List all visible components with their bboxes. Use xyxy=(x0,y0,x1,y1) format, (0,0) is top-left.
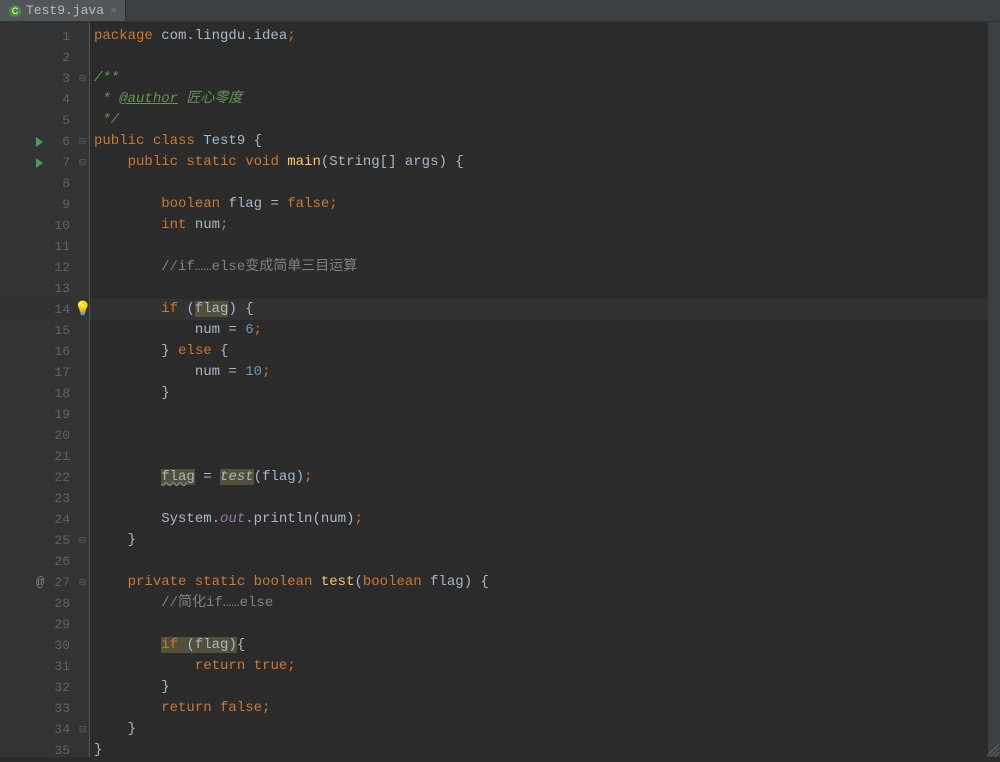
intention-bulb-icon[interactable]: 💡 xyxy=(74,301,91,318)
line-number: 16 xyxy=(48,344,70,359)
line-number: 34 xyxy=(48,722,70,737)
line-number: 10 xyxy=(48,218,70,233)
code-area[interactable]: package com.lingdu.idea; /** * @author 匠… xyxy=(90,22,1000,757)
line-number: 27 xyxy=(48,575,70,590)
line-number: 17 xyxy=(48,365,70,380)
fold-column: ⊟ ⊟ ⊟ 💡 ⊟ ⊟ ⊟ xyxy=(76,22,90,757)
line-number: 7 xyxy=(48,155,70,170)
fold-end[interactable]: ⊟ xyxy=(76,530,89,551)
resize-handle-icon[interactable] xyxy=(986,743,1000,757)
line-number: 13 xyxy=(48,281,70,296)
line-number: 6 xyxy=(48,134,70,149)
fold-toggle[interactable]: ⊟ xyxy=(76,572,89,593)
line-number: 19 xyxy=(48,407,70,422)
line-number: 15 xyxy=(48,323,70,338)
fold-toggle[interactable]: ⊟ xyxy=(76,152,89,173)
override-gutter-icon[interactable]: @ xyxy=(36,575,44,591)
line-number: 30 xyxy=(48,638,70,653)
fold-toggle[interactable]: ⊟ xyxy=(76,68,89,89)
line-number: 29 xyxy=(48,617,70,632)
line-number: 23 xyxy=(48,491,70,506)
line-number: 21 xyxy=(48,449,70,464)
line-number: 28 xyxy=(48,596,70,611)
fold-toggle[interactable]: ⊟ xyxy=(76,131,89,152)
line-number: 32 xyxy=(48,680,70,695)
run-gutter-icon[interactable] xyxy=(36,137,43,147)
line-number: 22 xyxy=(48,470,70,485)
line-number: 31 xyxy=(48,659,70,674)
tab-close-icon[interactable]: × xyxy=(110,4,117,18)
gutter: 1 2 3 4 5 6 7 8 9 10 11 12 13 14 15 16 1… xyxy=(0,22,76,757)
tab-filename: Test9.java xyxy=(26,3,104,18)
line-number: 26 xyxy=(48,554,70,569)
java-class-icon: C xyxy=(8,4,22,18)
tab-bar: C Test9.java × xyxy=(0,0,1000,22)
line-number: 11 xyxy=(48,239,70,254)
line-number: 12 xyxy=(48,260,70,275)
line-number: 35 xyxy=(48,743,70,758)
line-number: 5 xyxy=(48,113,70,128)
line-number: 4 xyxy=(48,92,70,107)
line-number: 8 xyxy=(48,176,70,191)
line-number: 33 xyxy=(48,701,70,716)
line-number: 25 xyxy=(48,533,70,548)
line-number: 14 xyxy=(48,302,70,317)
editor: 1 2 3 4 5 6 7 8 9 10 11 12 13 14 15 16 1… xyxy=(0,22,1000,757)
file-tab[interactable]: C Test9.java × xyxy=(0,0,126,21)
line-number: 24 xyxy=(48,512,70,527)
line-number: 9 xyxy=(48,197,70,212)
svg-text:C: C xyxy=(12,6,19,16)
line-number: 20 xyxy=(48,428,70,443)
run-gutter-icon[interactable] xyxy=(36,158,43,168)
line-number: 3 xyxy=(48,71,70,86)
vertical-scrollbar[interactable] xyxy=(988,22,1000,757)
line-number: 2 xyxy=(48,50,70,65)
fold-end[interactable]: ⊟ xyxy=(76,719,89,740)
line-number: 18 xyxy=(48,386,70,401)
line-number: 1 xyxy=(48,29,70,44)
